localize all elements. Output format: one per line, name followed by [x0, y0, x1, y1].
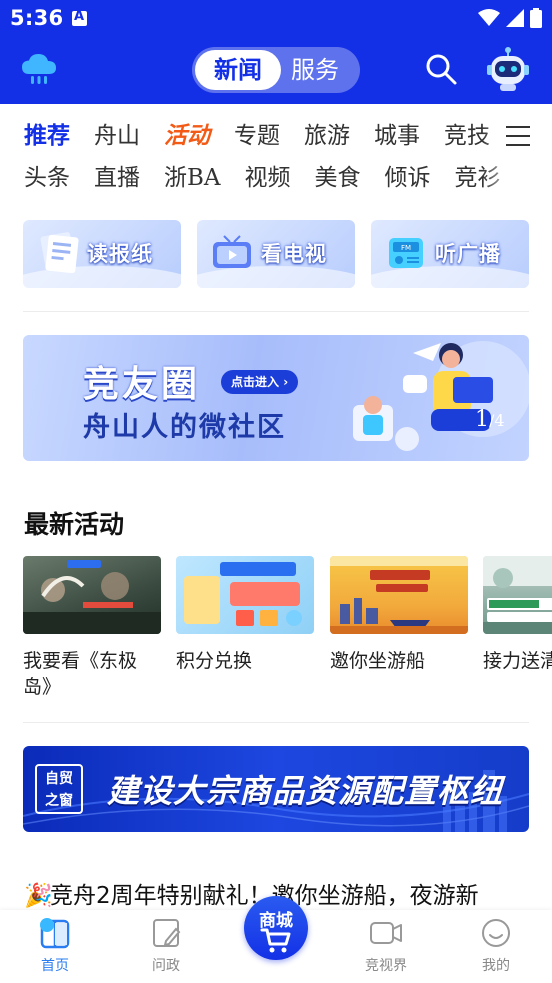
channel-food[interactable]: 美食 [315, 158, 361, 198]
newspaper-icon [40, 232, 79, 274]
cloud-logo-icon[interactable] [20, 52, 58, 86]
divider [23, 722, 529, 723]
channel-zhoushan[interactable]: 舟山 [94, 116, 140, 156]
tab-jingshijie[interactable]: 竞视界 [341, 910, 431, 983]
party-popper-icon: 🎉 [24, 883, 53, 909]
signal-icon [506, 9, 524, 27]
chevron-right-icon: › [283, 375, 289, 389]
activity-thumbnail [23, 556, 161, 634]
banner-cta-label: 点击进入 [231, 375, 280, 389]
tab-home[interactable]: 首页 [10, 910, 100, 983]
banner-enter-button[interactable]: 点击进入 › [221, 370, 299, 394]
read-newspaper-button[interactable]: 读报纸 [23, 220, 181, 288]
banner-title: 竞友圈 [83, 364, 201, 405]
channel-nav: 推荐 舟山 活动 专题 旅游 城事 竞技 头条 直播 浙BA 视频 美食 倾诉 … [0, 104, 552, 204]
activity-thumbnail [483, 556, 552, 634]
listen-radio-label: 听广播 [435, 242, 501, 266]
app-bar: 新闻 服务 [0, 38, 552, 104]
activity-title: 接力送清 [483, 650, 552, 672]
status-time: 5:36 [10, 6, 64, 30]
channel-complaint[interactable]: 倾诉 [385, 158, 431, 198]
mall-button[interactable]: 商城 [244, 896, 308, 978]
relay-event-image [483, 556, 552, 634]
banner-page-total: /4 [489, 411, 505, 430]
quick-access: 读报纸 看电视 FM 听广播 [23, 220, 529, 288]
activity-title: 我要看《东极岛》 [23, 650, 138, 698]
cruise-event-image [330, 556, 468, 634]
movie-poster-image [23, 560, 161, 634]
svg-text:FM: FM [401, 244, 411, 252]
home-icon [40, 918, 70, 949]
channel-activity[interactable]: 活动 [164, 116, 210, 156]
points-exchange-image [184, 562, 302, 626]
video-camera-icon [370, 922, 402, 944]
activity-title: 邀你坐游船 [330, 650, 426, 672]
channel-video[interactable]: 视频 [245, 158, 291, 198]
channel-special[interactable]: 专题 [234, 116, 280, 156]
ftz-badge-line-2: 之窗 [45, 793, 73, 809]
banner-subtitle: 舟山人的微社区 [83, 412, 286, 443]
menu-icon[interactable] [506, 126, 530, 146]
search-icon[interactable] [424, 52, 458, 86]
news-service-toggle: 新闻 服务 [192, 47, 360, 93]
listen-radio-button[interactable]: FM 听广播 [371, 220, 529, 288]
robot-assistant-icon[interactable] [486, 46, 530, 92]
channel-zheba[interactable]: 浙BA [164, 158, 221, 198]
tv-icon [213, 235, 251, 268]
section-title-latest: 最新活动 [24, 510, 125, 539]
activity-card[interactable]: 邀你坐游船 [330, 556, 468, 674]
activity-thumbnail [176, 556, 314, 634]
channel-live[interactable]: 直播 [94, 158, 140, 198]
smile-profile-icon [482, 919, 510, 947]
status-indicators [478, 8, 542, 28]
notification-a-icon [72, 9, 87, 26]
tab-wenzheng[interactable]: 问政 [121, 910, 211, 983]
promo-text: 建设大宗商品资源配置枢纽 [107, 772, 504, 810]
shopping-cart-icon [260, 928, 291, 953]
activity-card[interactable]: 积分兑换 [176, 556, 314, 674]
divider [23, 311, 529, 312]
banner-page-indicator: 1/4 [475, 407, 505, 432]
tab-me-label: 我的 [482, 958, 510, 974]
channel-headline[interactable]: 头条 [24, 158, 70, 198]
tab-wenzheng-label: 问政 [152, 958, 180, 974]
battery-icon [530, 8, 542, 28]
tab-jingshijie-label: 竞视界 [365, 958, 407, 974]
channel-travel[interactable]: 旅游 [304, 116, 350, 156]
banner-illustration [353, 341, 529, 451]
tab-news[interactable]: 新闻 [195, 50, 281, 90]
channel-row-2: 头条 直播 浙BA 视频 美食 倾诉 竞衫 [24, 158, 525, 198]
read-newspaper-label: 读报纸 [87, 242, 153, 266]
wifi-icon [478, 9, 500, 26]
activity-card[interactable]: 接力送清 [483, 556, 552, 674]
community-banner[interactable]: 竞友圈 点击进入 › 舟山人的微社区 1/4 [23, 335, 529, 461]
ftz-promo-banner[interactable]: 自贸 之窗 建设大宗商品资源配置枢纽 [23, 746, 529, 832]
channel-recommend[interactable]: 推荐 [24, 116, 70, 156]
radio-icon: FM [389, 238, 423, 268]
watch-tv-label: 看电视 [261, 242, 327, 266]
document-edit-icon [153, 919, 181, 947]
activities-carousel: 我要看《东极岛》 积分兑换 邀你坐游船 接力送清 [23, 556, 552, 706]
channel-row-1: 推荐 舟山 活动 专题 旅游 城事 竞技 [24, 116, 514, 156]
ftz-badge-line-1: 自贸 [45, 771, 73, 787]
top-header: 5:36 新闻 服务 [0, 0, 552, 104]
status-bar: 5:36 [0, 0, 552, 38]
watch-tv-button[interactable]: 看电视 [197, 220, 355, 288]
activity-thumbnail [330, 556, 468, 634]
tab-me[interactable]: 我的 [451, 910, 541, 983]
ftz-badge: 自贸 之窗 [35, 764, 83, 814]
activity-card[interactable]: 我要看《东极岛》 [23, 556, 161, 700]
banner-page-current: 1 [475, 407, 489, 432]
tab-home-label: 首页 [41, 958, 69, 974]
channel-city[interactable]: 城事 [374, 116, 420, 156]
tab-service[interactable]: 服务 [272, 50, 358, 90]
nav-fade [482, 104, 552, 204]
activity-title: 积分兑换 [176, 650, 253, 672]
